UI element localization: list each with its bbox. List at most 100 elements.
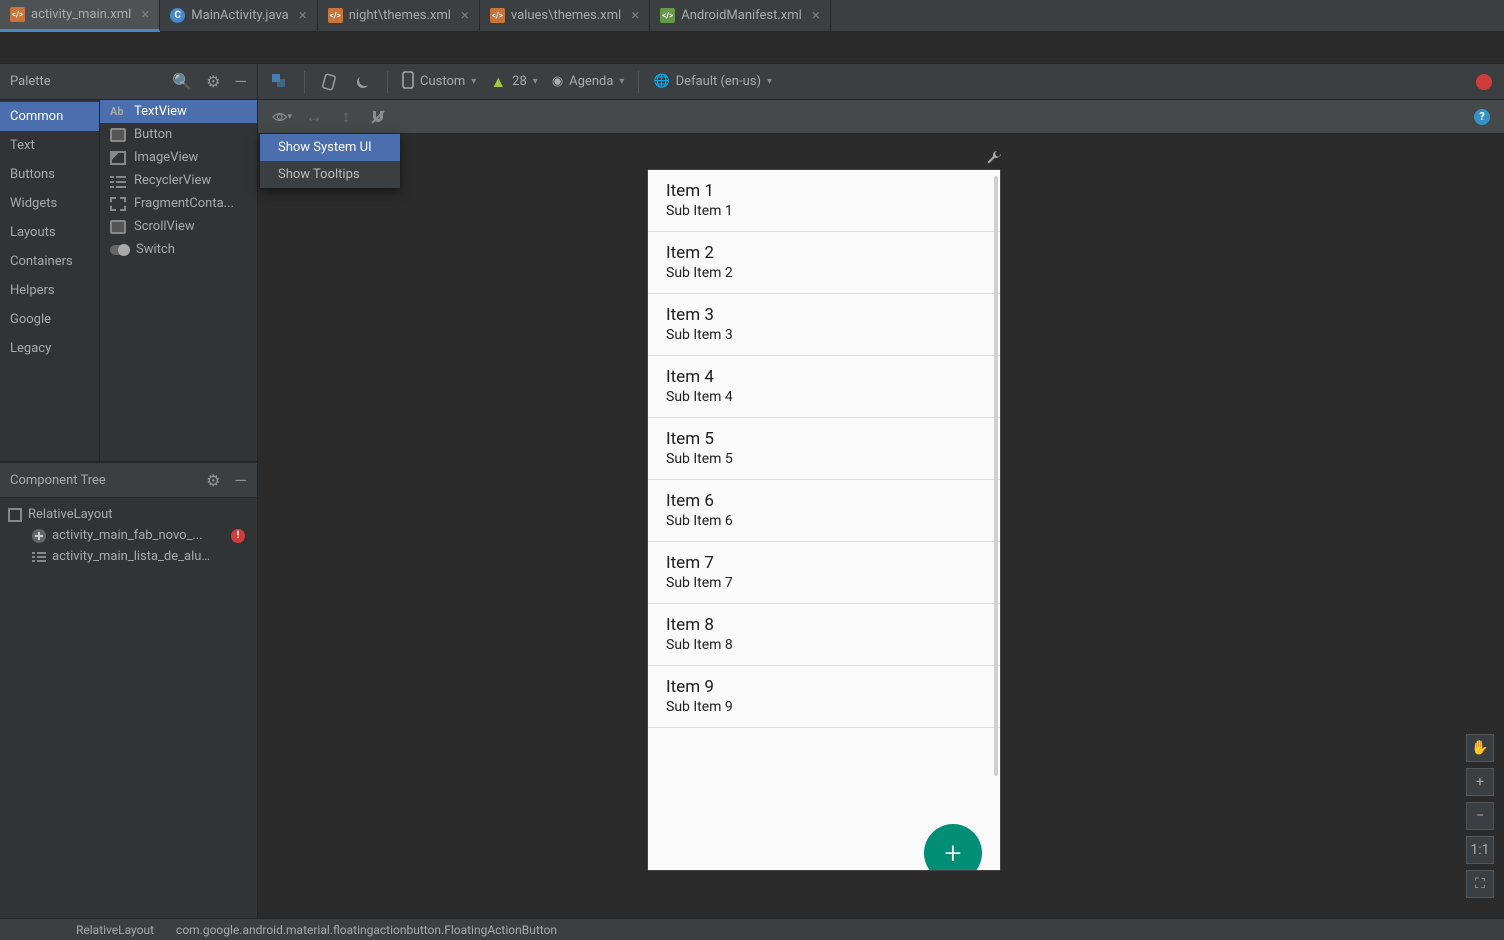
- editor-tab[interactable]: night\themes.xml×: [318, 0, 480, 32]
- list-item[interactable]: Item 9Sub Item 9: [648, 666, 1000, 728]
- tree-root[interactable]: RelativeLayout: [6, 504, 251, 525]
- editor-tab[interactable]: MainActivity.java ×: [160, 0, 317, 32]
- scrollbar[interactable]: [994, 176, 998, 776]
- android-icon: ▲: [490, 72, 506, 92]
- palette-widget[interactable]: ScrollView: [100, 215, 257, 238]
- orientation-icon[interactable]: [319, 72, 339, 92]
- gear-icon[interactable]: ⚙: [206, 72, 220, 91]
- expand-vertical-icon[interactable]: ↕: [336, 107, 356, 127]
- palette-widget[interactable]: RecyclerView: [100, 169, 257, 192]
- list-item[interactable]: Item 6Sub Item 6: [648, 480, 1000, 542]
- zoom-reset-icon[interactable]: 1:1: [1466, 836, 1494, 864]
- editor-tab[interactable]: AndroidManifest.xml×: [650, 0, 831, 32]
- palette-category[interactable]: Widgets: [0, 189, 99, 218]
- zoom-fit-icon[interactable]: ⛶: [1466, 870, 1494, 898]
- editor-tab[interactable]: values\themes.xml ×: [480, 0, 650, 32]
- palette-category[interactable]: Legacy: [0, 334, 99, 363]
- close-icon[interactable]: ×: [812, 8, 820, 23]
- widget-label: TextView: [134, 104, 187, 119]
- palette-category[interactable]: Google: [0, 305, 99, 334]
- error-icon[interactable]: !: [231, 529, 245, 543]
- palette-widget[interactable]: Button: [100, 123, 257, 146]
- minimize-icon[interactable]: —: [235, 471, 248, 490]
- expand-horizontal-icon[interactable]: ↔: [304, 107, 324, 127]
- palette-category[interactable]: Layouts: [0, 218, 99, 247]
- tab-label: MainActivity.java: [191, 8, 288, 23]
- palette-category[interactable]: Helpers: [0, 276, 99, 305]
- design-mode-icon[interactable]: [270, 72, 290, 92]
- left-panels: Palette 🔍 ⚙ — CommonTextButtonsWidgetsLa…: [0, 64, 258, 918]
- status-segment: com.google.android.material.floatingacti…: [176, 923, 557, 937]
- list-item-title: Item 1: [666, 181, 982, 201]
- editor-tab[interactable]: activity_main.xml ×: [0, 0, 160, 32]
- design-canvas[interactable]: Item 1Sub Item 1Item 2Sub Item 2Item 3Su…: [258, 134, 1504, 918]
- widget-label: Button: [134, 127, 172, 142]
- theme-selector[interactable]: ◉ Agenda ▾: [552, 74, 625, 89]
- tree-node[interactable]: activity_main_lista_de_alunos: [6, 546, 251, 567]
- device-selector[interactable]: Custom ▾: [402, 71, 476, 93]
- palette-widget[interactable]: Switch: [100, 238, 257, 261]
- list-item-subtitle: Sub Item 3: [666, 327, 982, 343]
- zoom-out-icon[interactable]: −: [1466, 802, 1494, 830]
- close-icon[interactable]: ×: [141, 7, 149, 22]
- list-item[interactable]: Item 7Sub Item 7: [648, 542, 1000, 604]
- list-item[interactable]: Item 2Sub Item 2: [648, 232, 1000, 294]
- magnet-icon[interactable]: [368, 107, 388, 127]
- zoom-in-icon[interactable]: +: [1466, 768, 1494, 796]
- list-item-subtitle: Sub Item 9: [666, 699, 982, 715]
- status-bar: RelativeLayoutcom.google.android.materia…: [0, 918, 1504, 940]
- palette-category[interactable]: Text: [0, 131, 99, 160]
- theme-icon: ◉: [552, 74, 563, 89]
- tree-node[interactable]: activity_main_fab_novo_...!: [6, 525, 251, 546]
- component-tree-header: Component Tree ⚙ —: [0, 462, 257, 498]
- close-icon[interactable]: ×: [631, 8, 639, 23]
- list-item[interactable]: Item 1Sub Item 1: [648, 170, 1000, 232]
- wrench-icon[interactable]: [986, 150, 1002, 170]
- palette-widget[interactable]: ImageView: [100, 146, 257, 169]
- gear-icon[interactable]: ⚙: [206, 471, 220, 490]
- list-item[interactable]: Item 5 Sub Item 5: [648, 418, 1000, 480]
- palette-category[interactable]: Containers: [0, 247, 99, 276]
- list-item-title: Item 5: [666, 429, 982, 449]
- widget-label: Switch: [136, 242, 175, 257]
- tab-label: values\themes.xml: [511, 8, 621, 23]
- api-selector[interactable]: ▲ 28 ▾: [490, 72, 538, 92]
- api-label: 28: [512, 74, 527, 89]
- widget-type-icon: [110, 128, 126, 142]
- locale-selector[interactable]: 🌐 Default (en-us) ▾: [653, 74, 772, 89]
- theme-label: Agenda: [569, 74, 613, 89]
- list-item-subtitle: Sub Item 5: [666, 451, 982, 467]
- palette-category[interactable]: Buttons: [0, 160, 99, 189]
- device-label: Custom: [420, 74, 465, 89]
- list-item-title: Item 2: [666, 243, 982, 263]
- pan-icon[interactable]: ✋: [1466, 734, 1494, 762]
- widget-label: FragmentConta...: [134, 196, 234, 211]
- globe-icon: 🌐: [653, 74, 669, 89]
- widget-label: ScrollView: [134, 219, 195, 234]
- list-item[interactable]: Item 4Sub Item 4: [648, 356, 1000, 418]
- night-mode-icon[interactable]: [353, 72, 373, 92]
- list-item[interactable]: Item 8Sub Item 8: [648, 604, 1000, 666]
- palette-widget[interactable]: FragmentConta...: [100, 192, 257, 215]
- close-icon[interactable]: ×: [461, 8, 469, 23]
- xml-file-icon: [10, 7, 25, 22]
- palette-header: Palette 🔍 ⚙ —: [0, 64, 257, 100]
- info-badge-icon[interactable]: ?: [1474, 109, 1490, 125]
- list-item[interactable]: Item 3Sub Item 3: [648, 294, 1000, 356]
- device-preview[interactable]: Item 1Sub Item 1Item 2Sub Item 2Item 3Su…: [648, 170, 1000, 870]
- list-item-title: Item 4: [666, 367, 982, 387]
- widget-label: ImageView: [134, 150, 198, 165]
- tab-label: activity_main.xml: [31, 7, 131, 22]
- palette-category[interactable]: Common: [0, 102, 99, 131]
- palette-widget[interactable]: AbTextView: [100, 100, 257, 123]
- error-indicator-icon[interactable]: [1476, 74, 1492, 90]
- eye-icon[interactable]: ▾: [272, 107, 292, 127]
- locale-label: Default (en-us): [676, 74, 761, 89]
- widget-label: RecyclerView: [134, 173, 211, 188]
- search-icon[interactable]: 🔍: [172, 72, 192, 91]
- fab-button[interactable]: +: [924, 824, 982, 870]
- widget-type-icon: [110, 245, 128, 255]
- widget-type-icon: [110, 220, 126, 234]
- close-icon[interactable]: ×: [299, 8, 307, 23]
- minimize-icon[interactable]: —: [235, 72, 248, 91]
